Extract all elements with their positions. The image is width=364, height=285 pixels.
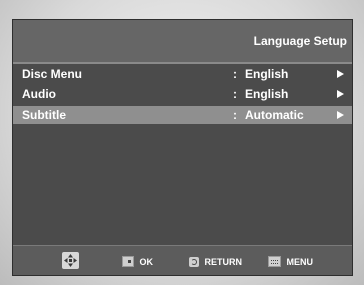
page-title: Language Setup <box>253 34 347 48</box>
menu-label: MENU <box>286 256 314 267</box>
right-arrow-icon <box>337 70 344 78</box>
menu-item-label: Audio <box>22 87 56 101</box>
menu-item-audio[interactable]: Audio : English <box>13 85 352 103</box>
menu-item-subtitle[interactable]: Subtitle : Automatic <box>13 106 352 124</box>
menu-item-value: English <box>245 67 289 81</box>
return-hint: RETURN <box>189 255 242 267</box>
menu-item-value: Automatic <box>245 108 304 122</box>
menu-item-value: English <box>245 87 289 101</box>
right-arrow-icon <box>337 111 344 119</box>
menu-item-label: Disc Menu <box>22 67 83 81</box>
right-arrow-icon <box>337 90 344 98</box>
ok-button-icon <box>122 256 134 268</box>
return-icon <box>189 256 199 267</box>
menu-button-icon <box>268 256 281 268</box>
separator: : <box>233 87 237 101</box>
header-bar: Language Setup <box>13 20 352 64</box>
dpad-navigation-icon <box>62 252 79 269</box>
return-label: RETURN <box>204 256 243 267</box>
menu-item-label: Subtitle <box>22 108 66 122</box>
ok-hint: OK <box>122 255 154 268</box>
menu-hint: MENU <box>268 255 314 268</box>
separator: : <box>233 108 237 122</box>
footer-bar: OK RETURN MENU <box>13 245 352 275</box>
osd-screen: Language Setup Disc Menu : English Audio… <box>12 19 353 276</box>
menu-item-disc-menu[interactable]: Disc Menu : English <box>13 65 352 83</box>
separator: : <box>233 67 237 81</box>
ok-label: OK <box>139 256 154 267</box>
